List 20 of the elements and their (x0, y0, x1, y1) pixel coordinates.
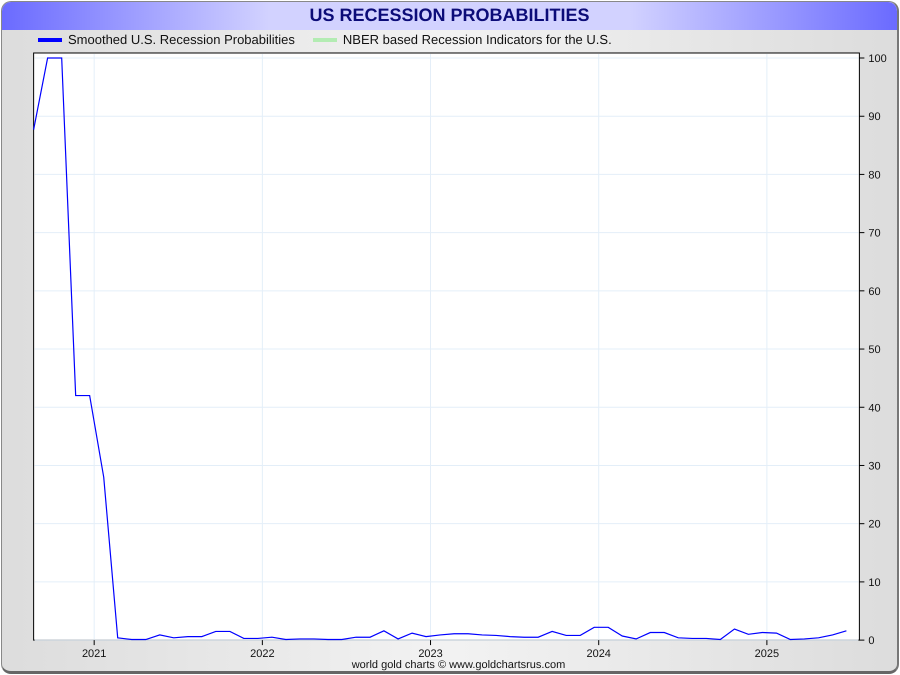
axis-label: 2023 (418, 648, 443, 660)
axis-label: 10 (868, 576, 881, 589)
chart-title: US RECESSION PROBABILITIES (2, 2, 897, 30)
axis-label: 50 (868, 344, 881, 356)
axis-label: 20 (868, 518, 881, 531)
axis-label: 60 (868, 286, 881, 298)
axis-label: 2024 (586, 648, 611, 660)
axis-label: 30 (868, 460, 881, 472)
axis-label: 90 (868, 111, 881, 124)
axis-label: 40 (868, 402, 881, 414)
axis-label: 2021 (82, 648, 106, 660)
legend-label: NBER based Recession Indicators for the U.S. (342, 32, 612, 48)
axis-label: 100 (868, 52, 887, 65)
credit-text: world gold charts © www.goldchartsrus.com (352, 659, 566, 671)
axis-label: 2022 (250, 648, 275, 660)
axis-label: 2025 (754, 648, 780, 660)
axis-label: 70 (868, 228, 881, 240)
axis-label: 0 (868, 635, 874, 648)
axis-label: 80 (868, 169, 881, 182)
legend-label: Smoothed U.S. Recession Probabilities (68, 32, 295, 48)
